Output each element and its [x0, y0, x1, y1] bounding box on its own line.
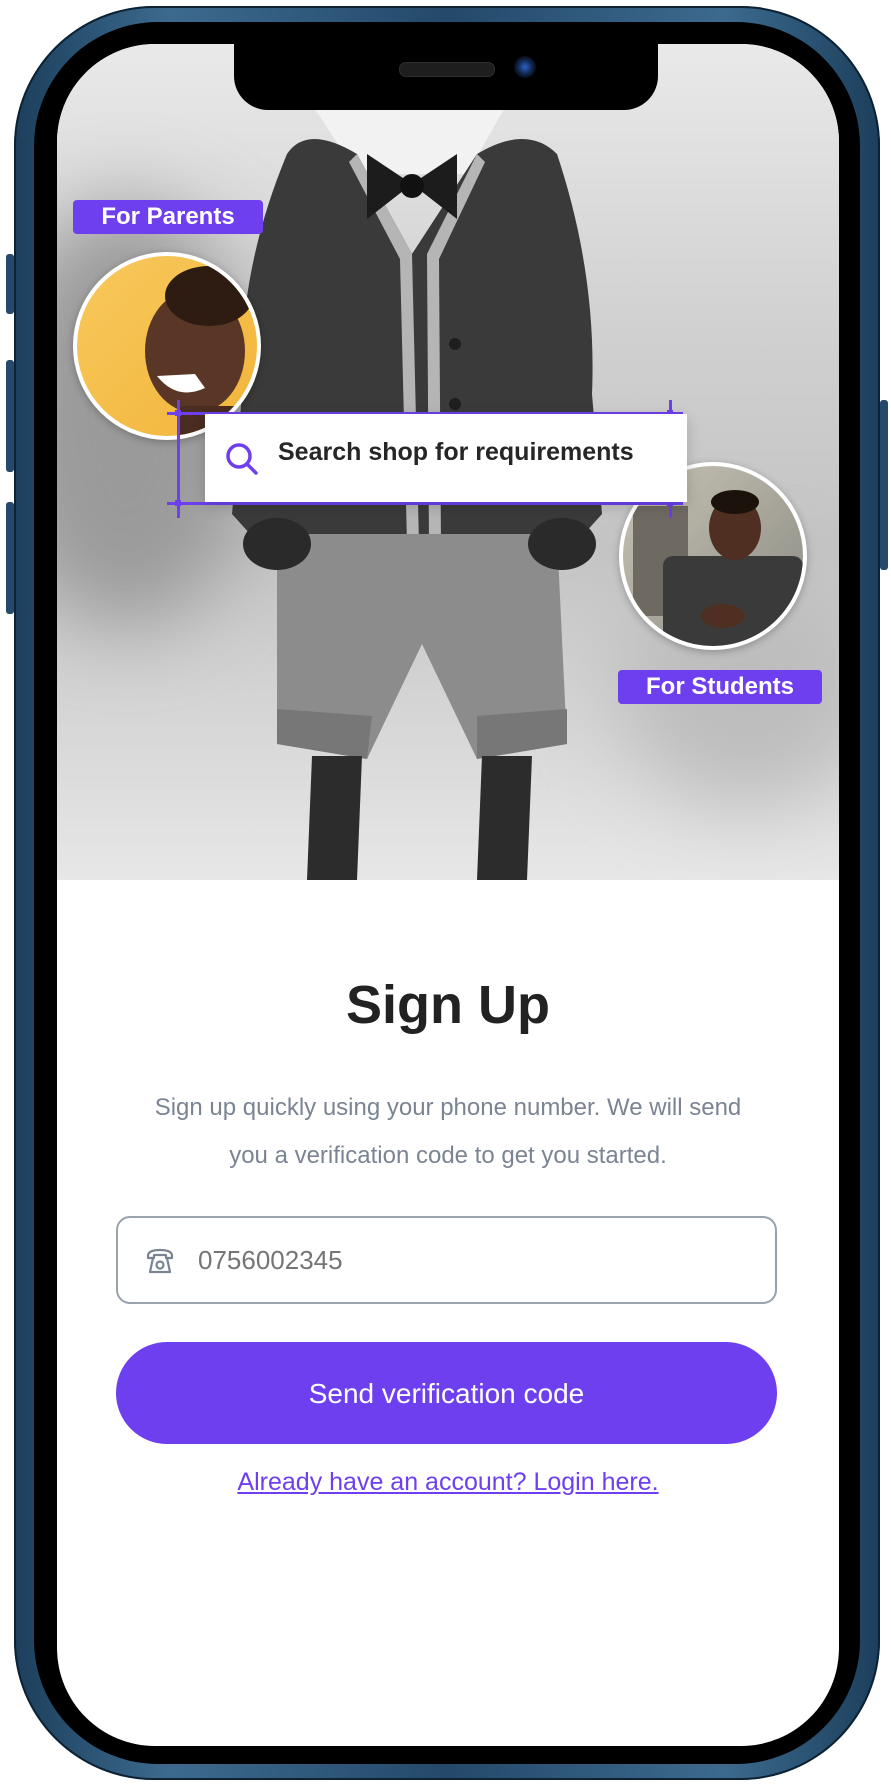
search-frame-corner	[175, 500, 181, 506]
silent-switch	[6, 254, 14, 314]
signup-description-line: Sign up quickly using your phone number.…	[154, 1094, 742, 1121]
search-frame-line-bottom	[167, 502, 683, 505]
hero-image: For Parents For Students Search shop for…	[57, 44, 839, 880]
phone-number-input[interactable]	[198, 1236, 758, 1284]
search-shop-box[interactable]: Search shop for requirements	[205, 414, 687, 502]
signup-description: Sign up quickly using your phone number.…	[127, 1084, 769, 1180]
phone-number-field[interactable]	[116, 1216, 777, 1304]
search-icon	[225, 442, 259, 480]
volume-down-button	[6, 502, 14, 614]
search-shop-text: Search shop for requirements	[278, 438, 634, 466]
send-verification-code-button[interactable]: Send verification code	[116, 1342, 777, 1444]
parent-photo	[145, 266, 253, 436]
for-students-tag[interactable]: For Students	[618, 670, 822, 704]
for-parents-tag[interactable]: For Parents	[73, 200, 263, 234]
login-link[interactable]: Already have an account? Login here.	[57, 1468, 839, 1497]
front-camera	[514, 56, 536, 78]
signup-description-line: you a verification code to get you start…	[229, 1142, 667, 1169]
earpiece-speaker	[399, 62, 495, 77]
page-title: Sign Up	[346, 975, 550, 1035]
phone-icon	[144, 1244, 176, 1280]
phone-screen: For Parents For Students Search shop for…	[57, 44, 839, 1746]
search-frame-corner	[175, 410, 181, 416]
volume-up-button	[6, 360, 14, 472]
power-button	[880, 400, 888, 570]
phone-notch	[234, 44, 658, 110]
